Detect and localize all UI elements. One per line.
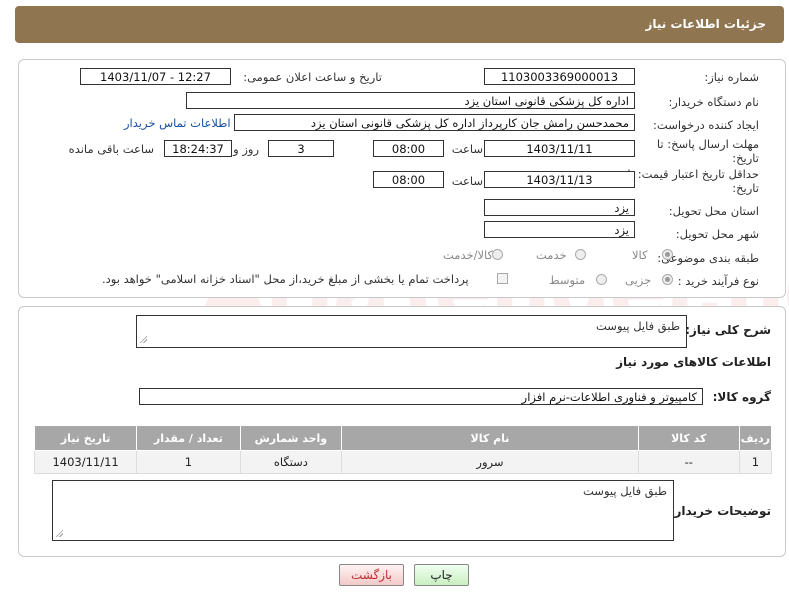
category-goods-service-radio[interactable] xyxy=(492,249,503,260)
category-goods-label: کالا xyxy=(632,248,648,262)
col-name-header: نام کالا xyxy=(341,425,639,451)
category-service-label: خدمت xyxy=(536,248,567,262)
buyer-notes-label: توضیحات خریدار: xyxy=(669,504,771,518)
validity-date-field: 1403/11/13 xyxy=(484,171,635,188)
process-medium-radio[interactable] xyxy=(596,274,607,285)
cell-name: سرور xyxy=(341,450,639,474)
creator-label: ایجاد کننده درخواست: xyxy=(653,118,759,132)
buyer-contact-link[interactable]: اطلاعات تماس خریدار xyxy=(124,116,231,130)
reply-date-field: 1403/11/11 xyxy=(484,140,635,157)
announce-datetime-field: 1403/11/07 - 12:27 xyxy=(80,68,231,85)
col-code-header: کد کالا xyxy=(637,425,740,451)
reply-deadline-label-2: تاریخ: xyxy=(732,151,759,165)
cell-qty: 1 xyxy=(136,450,241,474)
print-button[interactable]: چاپ xyxy=(414,564,469,586)
announce-datetime-label: تاریخ و ساعت اعلان عمومی: xyxy=(243,70,382,84)
col-row-header: ردیف xyxy=(738,425,773,451)
cell-row: 1 xyxy=(738,450,773,474)
need-description-label: شرح کلی نیاز: xyxy=(685,323,771,337)
reply-time-label: ساعت xyxy=(451,142,483,156)
day-and-label: روز و xyxy=(233,142,259,156)
need-number-field: 1103003369000013 xyxy=(484,68,635,85)
goods-info-heading: اطلاعات کالاهای مورد نیاز xyxy=(616,355,771,369)
buyer-org-label: نام دستگاه خریدار: xyxy=(668,95,759,109)
page-header: جزئیات اطلاعات نیاز xyxy=(15,6,784,43)
category-service-radio[interactable] xyxy=(575,249,586,260)
process-medium-label: متوسط xyxy=(549,273,586,287)
table-row: 1 -- سرور دستگاه 1 1403/11/11 xyxy=(33,450,773,474)
col-unit-header: واحد شمارش xyxy=(239,425,343,451)
resize-grip-icon[interactable] xyxy=(55,529,63,537)
process-minor-label: جزیی xyxy=(625,273,652,287)
goods-group-field: کامپیوتر و فناوری اطلاعات-نرم افزار xyxy=(139,388,703,405)
delivery-province-label: استان محل تحویل: xyxy=(668,204,759,218)
need-description-field: طبق فایل پیوست xyxy=(136,315,687,348)
price-validity-label: حداقل تاریخ اعتبار قیمت: تا xyxy=(627,167,759,181)
goods-table-header: ردیف کد کالا نام کالا واحد شمارش تعداد /… xyxy=(33,425,773,451)
treasury-payment-note: پرداخت تمام یا بخشی از مبلغ خرید،از محل … xyxy=(102,272,469,286)
page-title: جزئیات اطلاعات نیاز xyxy=(645,17,766,31)
cell-unit: دستگاه xyxy=(239,450,343,474)
need-number-label: شماره نیاز: xyxy=(704,70,759,84)
buyer-notes-field: طبق فایل پیوست xyxy=(52,480,674,541)
delivery-province-field: یزد xyxy=(484,199,635,216)
reply-deadline-label: مهلت ارسال پاسخ: تا xyxy=(656,137,759,151)
process-type-label: نوع فرآیند خرید : xyxy=(677,274,759,288)
days-remaining-field: 3 xyxy=(268,140,334,157)
cell-code: -- xyxy=(637,450,740,474)
goods-group-label: گروه کالا: xyxy=(712,390,771,404)
delivery-city-label: شهر محل تحویل: xyxy=(675,227,759,241)
category-goods-service-label: کالا/خدمت xyxy=(443,248,494,262)
col-date-header: تاریخ نیاز xyxy=(33,425,138,451)
time-remaining-label: ساعت باقی مانده xyxy=(68,142,154,156)
validity-time-field: 08:00 xyxy=(373,171,444,188)
cell-date: 1403/11/11 xyxy=(33,450,138,474)
buyer-org-field: اداره کل پزشکی قانونی استان یزد xyxy=(186,92,635,109)
treasury-payment-checkbox[interactable] xyxy=(497,273,508,284)
category-goods-radio[interactable] xyxy=(662,249,673,260)
resize-grip-icon[interactable] xyxy=(139,335,147,343)
col-qty-header: تعداد / مقدار xyxy=(136,425,241,451)
price-validity-label-2: تاریخ: xyxy=(732,181,759,195)
creator-field: محمدحسن رامش جان کارپرداز اداره کل پزشکی… xyxy=(234,114,635,131)
back-button[interactable]: بازگشت xyxy=(339,564,404,586)
validity-time-label: ساعت xyxy=(451,174,483,188)
goods-table: ردیف کد کالا نام کالا واحد شمارش تعداد /… xyxy=(33,425,773,474)
time-remaining-field: 18:24:37 xyxy=(164,140,232,157)
reply-time-field: 08:00 xyxy=(373,140,444,157)
delivery-city-field: یزد xyxy=(484,221,635,238)
process-minor-radio[interactable] xyxy=(662,274,673,285)
